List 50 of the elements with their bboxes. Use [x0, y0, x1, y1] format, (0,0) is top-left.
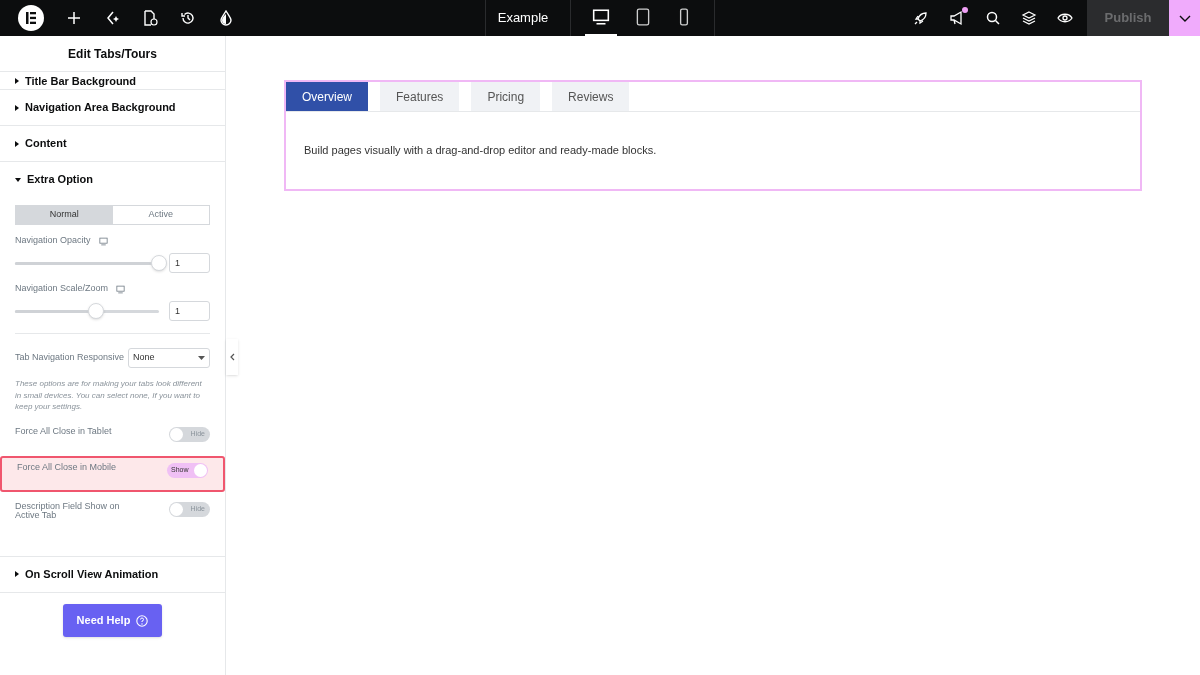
section-header[interactable]: Navigation Area Background: [0, 90, 225, 125]
desktop-icon: [591, 8, 610, 26]
control-label: Description Field Show on Active Tab: [15, 501, 121, 520]
content-tab[interactable]: Overview: [286, 82, 368, 111]
desktop-icon: [116, 284, 126, 294]
panel-title: Edit Tabs/Tours: [0, 36, 225, 72]
caret-right-icon: [15, 78, 19, 84]
need-help-button[interactable]: Need Help: [63, 604, 162, 637]
logo-icon[interactable]: [18, 5, 44, 31]
page-title-dropdown[interactable]: Example: [485, 0, 571, 36]
slider-thumb[interactable]: [87, 302, 104, 319]
publish-options-button[interactable]: [1169, 0, 1200, 36]
history-icon: [180, 10, 196, 26]
section-header[interactable]: On Scroll View Animation: [0, 556, 225, 592]
search-icon: [985, 10, 1001, 26]
control-label: Force All Close in Mobile: [17, 462, 118, 472]
chevron-left-icon: [229, 353, 235, 361]
tab-content-text: Build pages visually with a drag-and-drop editor and ready-made blocks.: [304, 143, 658, 158]
section-header[interactable]: Title Bar Background: [0, 72, 225, 89]
help-note: These options are for making your tabs look different in small devices. You can select none, If you want to keep your settings.: [15, 378, 203, 413]
content-tab[interactable]: Features: [380, 82, 460, 111]
control-label: Force All Close in Tablet: [15, 426, 113, 436]
drop-icon: [218, 10, 234, 26]
number-input[interactable]: 1: [169, 301, 210, 321]
control-label: Tab Navigation Responsive: [15, 351, 125, 365]
sparkle-icon: [104, 10, 120, 26]
responsive-select[interactable]: None: [128, 348, 210, 368]
caret-right-icon: [15, 104, 19, 111]
content-tab[interactable]: Pricing: [471, 82, 541, 111]
plus-icon: [66, 10, 82, 26]
megaphone-button[interactable]: [947, 8, 967, 28]
question-icon: [136, 614, 149, 627]
layers-icon: [1021, 10, 1037, 26]
caret-right-icon: [15, 140, 19, 147]
page-settings-icon: [142, 10, 158, 26]
rocket-icon: [913, 10, 929, 26]
number-input[interactable]: 1: [169, 253, 210, 273]
section-header[interactable]: Extra Option: [0, 162, 225, 197]
content-tab[interactable]: Reviews: [552, 82, 630, 111]
desktop-icon: [98, 236, 108, 246]
caret-right-icon: [15, 571, 19, 577]
megaphone-icon: [949, 10, 965, 26]
control-label: Navigation Scale/Zoom: [15, 282, 109, 296]
state-tab[interactable]: Normal: [16, 206, 113, 224]
section-header[interactable]: Content: [0, 126, 225, 161]
slider-thumb[interactable]: [151, 254, 167, 271]
chevron-down-icon: [1178, 14, 1191, 22]
caret-down-icon: [15, 177, 21, 182]
control-label: Navigation Opacity: [15, 234, 91, 248]
caret-down-icon: [198, 356, 205, 360]
